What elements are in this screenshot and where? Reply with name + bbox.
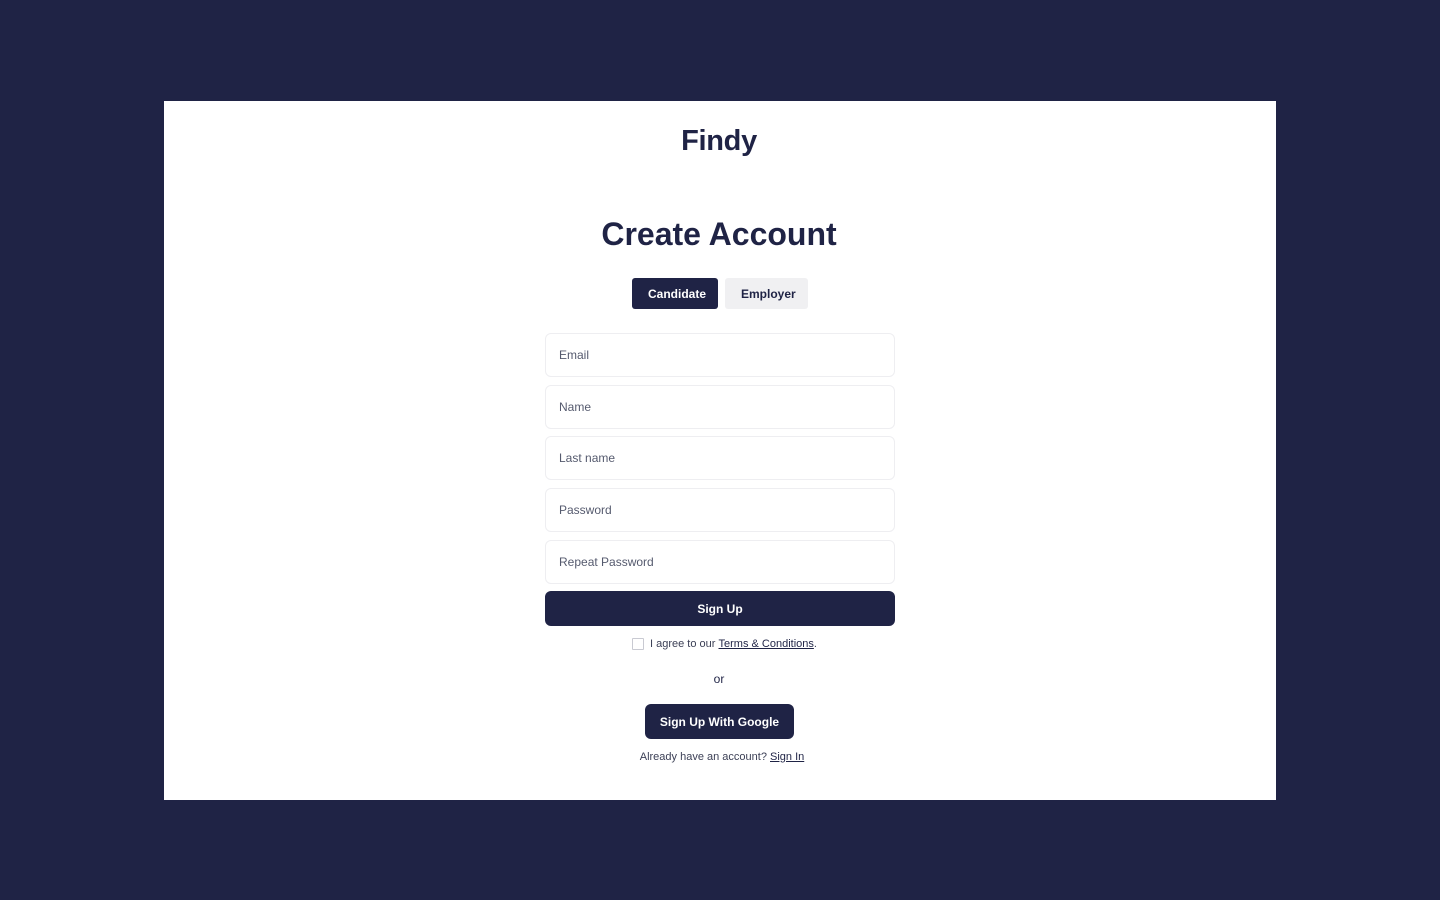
sign-in-prompt: Already have an account? [639, 751, 770, 763]
last-name-field[interactable] [545, 436, 895, 480]
terms-prefix: I agree to our [650, 638, 719, 650]
or-separator: or [713, 672, 725, 686]
role-toggle: Candidate Employer [632, 278, 808, 309]
name-field[interactable] [545, 385, 895, 429]
email-field[interactable] [545, 333, 895, 377]
terms-link[interactable]: Terms & Conditions [719, 638, 814, 650]
sign-in-link[interactable]: Sign In [770, 751, 804, 763]
page-title: Create Account [601, 216, 837, 252]
repeat-password-field[interactable] [545, 540, 895, 584]
sign-up-button[interactable]: Sign Up [545, 591, 895, 626]
terms-checkbox[interactable] [632, 638, 644, 650]
tab-candidate[interactable]: Candidate [632, 278, 718, 309]
brand-logo[interactable]: Findy [164, 125, 1274, 158]
signup-card: Findy Create Account Candidate Employer … [164, 101, 1276, 800]
sign-in-row: Already have an account? Sign In [164, 751, 1280, 763]
terms-suffix: . [813, 638, 817, 650]
google-sign-up-button[interactable]: Sign Up With Google [645, 704, 794, 739]
tab-employer[interactable]: Employer [725, 278, 808, 309]
terms-row: I agree to our Terms & Conditions . [632, 638, 817, 650]
password-field[interactable] [545, 488, 895, 532]
